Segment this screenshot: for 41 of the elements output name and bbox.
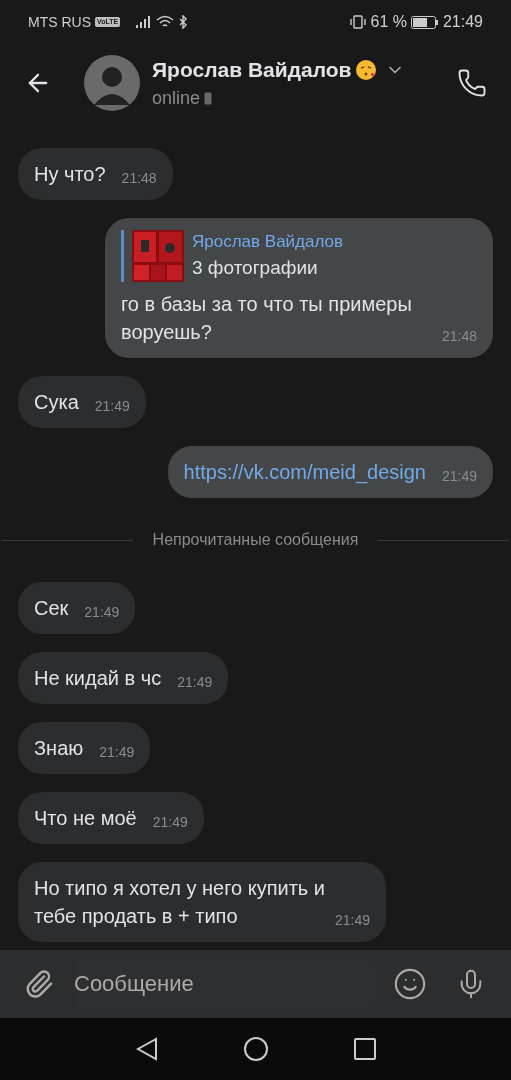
message-time: 21:49 bbox=[99, 743, 135, 762]
reply-caption: 3 фотографии bbox=[192, 256, 319, 280]
bluetooth-icon bbox=[178, 15, 189, 29]
message-time: 21:49 bbox=[177, 673, 213, 692]
reply-author: Ярослав Вайдалов bbox=[192, 231, 344, 253]
contact-name[interactable]: Ярослав Вайдалов bbox=[152, 53, 352, 86]
nav-back-icon[interactable] bbox=[135, 1037, 158, 1061]
message-text: Ну что? bbox=[34, 163, 106, 185]
message-time: 21:49 bbox=[84, 603, 120, 622]
nav-home-icon[interactable] bbox=[243, 1037, 268, 1061]
vibrate-icon bbox=[350, 15, 367, 29]
battery-icon bbox=[410, 15, 439, 29]
message-text: Что не моё bbox=[34, 807, 137, 829]
unread-divider-label: Непрочитанные сообщения bbox=[152, 530, 359, 550]
nav-recents-icon[interactable] bbox=[353, 1038, 376, 1060]
emoji-icon[interactable] bbox=[393, 967, 427, 1001]
message-link[interactable]: https://vk.com/meid_design bbox=[183, 461, 426, 483]
attach-icon[interactable] bbox=[24, 969, 54, 999]
battery-percent: 61 % bbox=[370, 12, 407, 32]
avatar-icon bbox=[84, 55, 140, 111]
clock-time: 21:49 bbox=[442, 12, 483, 32]
wifi-icon bbox=[156, 15, 175, 29]
message-time: 21:49 bbox=[334, 911, 370, 930]
message-text: Не кидай в чс bbox=[34, 667, 162, 689]
message-text: Сек bbox=[34, 597, 69, 619]
message-text: Но типо я хотел у него купить и тебе продать в + типо bbox=[34, 877, 325, 927]
message-time: 21:48 bbox=[121, 169, 157, 188]
carrier-name: MTS RUS bbox=[28, 12, 91, 32]
message-time: 21:49 bbox=[441, 467, 477, 486]
call-icon[interactable] bbox=[457, 68, 487, 98]
message-time: 21:49 bbox=[152, 813, 188, 832]
signal-icon bbox=[136, 16, 153, 28]
phone-device-icon bbox=[204, 92, 213, 106]
kissing-face-icon bbox=[355, 58, 378, 81]
message-text: го в базы за то что ты примеры воруешь? bbox=[121, 293, 412, 343]
message-text: Сука bbox=[34, 391, 79, 413]
message-time: 21:48 bbox=[441, 327, 477, 346]
message-time: 21:49 bbox=[94, 397, 130, 416]
online-status: online bbox=[152, 87, 201, 111]
message-composer[interactable]: Сообщение bbox=[0, 950, 511, 1018]
message-text: Знаю bbox=[34, 737, 84, 759]
